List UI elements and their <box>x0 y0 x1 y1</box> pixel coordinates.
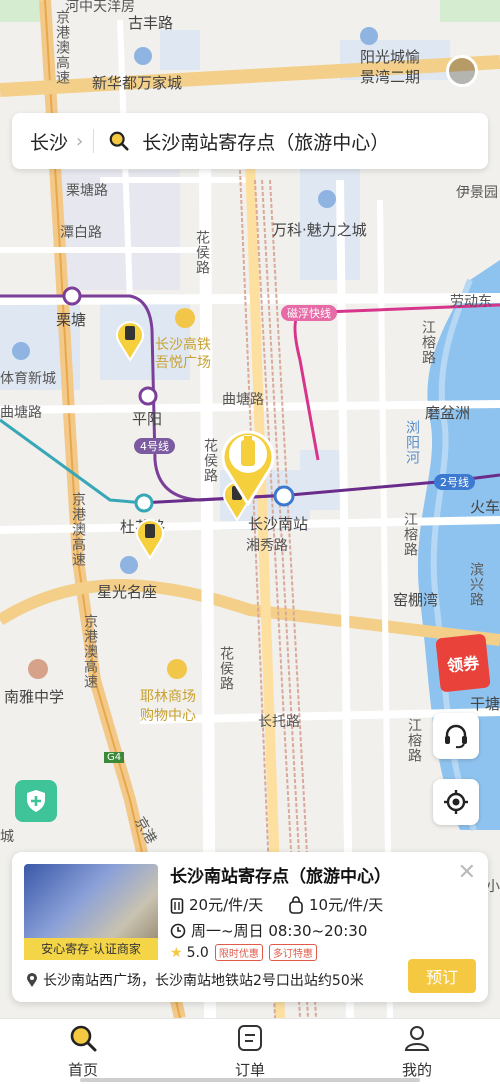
search-home-icon <box>70 1025 97 1052</box>
search-bar[interactable]: 长沙 › 长沙南站寄存点（旅游中心） <box>12 113 488 169</box>
school-poi-icon[interactable] <box>28 659 48 679</box>
map-label: 景湾二期 <box>360 68 421 86</box>
price-small: 10元/件/天 <box>309 896 384 914</box>
promo-tag: 限时优惠 <box>214 944 263 961</box>
address-row: 长沙南站西广场，长沙南站地铁站2号口出站约50米 <box>26 970 364 990</box>
location-card[interactable]: 安心寄存·认证商家 长沙南站寄存点（旅游中心） ✕ 20元/件/天 10元/件/… <box>12 852 488 1002</box>
map-label: 阳光城愉 <box>360 48 421 66</box>
map-label: 长托路 <box>258 714 300 730</box>
rating-value: 5.0 <box>186 944 209 961</box>
close-icon[interactable]: ✕ <box>458 860 476 885</box>
tab-label: 我的 <box>401 1061 432 1079</box>
map-label: 古丰路 <box>128 14 174 32</box>
clock-icon <box>170 923 186 938</box>
building-poi-icon[interactable] <box>12 342 30 360</box>
map-label: 磨盆洲 <box>425 404 471 422</box>
map-label: 吾悦广场 <box>155 355 211 371</box>
map-label: 星光名座 <box>97 583 158 601</box>
search-query[interactable]: 长沙南站寄存点（旅游中心） <box>142 128 389 155</box>
building-poi-icon[interactable] <box>134 47 152 65</box>
tab-label: 订单 <box>234 1061 265 1079</box>
map-label: 江榕路 <box>402 512 418 557</box>
map-label: 江榕路 <box>406 718 422 763</box>
bottom-tab-bar: 首页 订单 我的 <box>0 1018 500 1084</box>
map-label: 万科·魅力之城 <box>272 221 367 239</box>
city-selector[interactable]: 长沙 <box>12 128 68 155</box>
map-label: 长沙南站 <box>248 515 309 533</box>
building-poi-icon[interactable] <box>318 190 336 208</box>
map-label: 耶林商场 <box>140 689 196 705</box>
map-label: 干塘 <box>470 695 500 713</box>
map-label: 花侯路 <box>218 646 234 691</box>
shopping-poi-icon[interactable] <box>167 659 187 679</box>
target-icon <box>444 790 468 814</box>
search-icon <box>109 131 129 151</box>
map-label: 体育新城 <box>0 371 56 387</box>
map-label: 劳动东 <box>450 294 492 310</box>
metro-line2-tag: 2号线 <box>434 474 475 490</box>
opening-hours: 周一~周日 08:30~20:30 <box>191 922 368 940</box>
price-large: 20元/件/天 <box>189 896 264 914</box>
user-icon <box>404 1026 430 1051</box>
book-button[interactable]: 预订 <box>408 959 476 993</box>
map-label: 栗塘 <box>56 311 87 329</box>
map-label: 曲塘路 <box>0 405 42 421</box>
coupon-button[interactable]: 领券 <box>435 633 491 693</box>
maglev-line-tag: 磁浮快线 <box>281 305 337 321</box>
map-label: 购物中心 <box>140 708 196 724</box>
map-label: 平阳 <box>132 410 163 428</box>
shield-icon <box>27 790 45 812</box>
tab-orders[interactable]: 订单 <box>210 1023 290 1080</box>
map-label: 江榕路 <box>420 320 436 365</box>
map-label: 窑棚湾 <box>393 591 439 609</box>
compass-icon[interactable] <box>446 55 478 87</box>
map-label: 城 <box>0 829 14 845</box>
address-text: 长沙南站西广场，长沙南站地铁站2号口出站约50米 <box>43 973 364 989</box>
headset-icon <box>445 724 467 749</box>
shopping-poi-icon[interactable] <box>175 308 195 328</box>
map-label: 花侯路 <box>194 230 210 275</box>
map-label: 新华都万家城 <box>92 74 183 92</box>
star-icon: ★ <box>170 944 183 961</box>
rating-row: ★ 5.0 限时优惠 多订特惠 <box>170 944 317 961</box>
customer-service-button[interactable] <box>433 713 479 759</box>
map-label: 花侯路 <box>202 438 218 483</box>
map-label: 京港澳高速 <box>70 492 86 567</box>
map-label: 京港澳高速 <box>82 614 98 689</box>
building-poi-icon[interactable] <box>360 27 378 45</box>
map-label: 河中天洋房 <box>65 0 135 15</box>
certified-badge: 安心寄存·认证商家 <box>24 938 158 960</box>
map-label: 京港澳高速 <box>54 10 70 85</box>
location-pin-icon <box>27 973 37 987</box>
highway-g4-sign: G4 <box>104 752 125 763</box>
map-label: 栗塘路 <box>66 183 108 199</box>
hours-row: 周一~周日 08:30~20:30 <box>170 920 367 941</box>
tab-profile[interactable]: 我的 <box>377 1023 457 1080</box>
map-label: 潭白路 <box>60 225 102 241</box>
chevron-right-icon: › <box>76 130 84 152</box>
location-title: 长沙南站寄存点（旅游中心） <box>170 867 391 887</box>
promo-tag: 多订特惠 <box>268 944 317 961</box>
map-label: 滨兴路 <box>468 562 484 607</box>
price-small-row: 10元/件/天 <box>288 894 383 915</box>
divider <box>93 129 95 153</box>
metro-line4-tag: 4号线 <box>134 438 175 454</box>
map-label: 南雅中学 <box>4 688 65 706</box>
map-label: 浏阳河 <box>404 420 420 465</box>
locate-button[interactable] <box>433 779 479 825</box>
map-label: 小 <box>486 879 500 895</box>
map-label: 伊景园 <box>456 185 498 201</box>
safety-shield-button[interactable] <box>15 780 57 822</box>
tab-label: 首页 <box>67 1061 98 1079</box>
large-luggage-icon <box>170 897 184 914</box>
tab-home[interactable]: 首页 <box>43 1023 123 1080</box>
home-indicator <box>80 1078 420 1082</box>
price-large-row: 20元/件/天 <box>170 894 263 915</box>
map-label: 曲塘路 <box>222 392 264 408</box>
map-label: 长沙高铁 <box>155 337 211 353</box>
small-bag-icon <box>289 895 303 914</box>
order-list-icon <box>238 1025 262 1051</box>
map-label: 湘秀路 <box>246 538 288 554</box>
map-label: 火车 <box>470 498 500 516</box>
